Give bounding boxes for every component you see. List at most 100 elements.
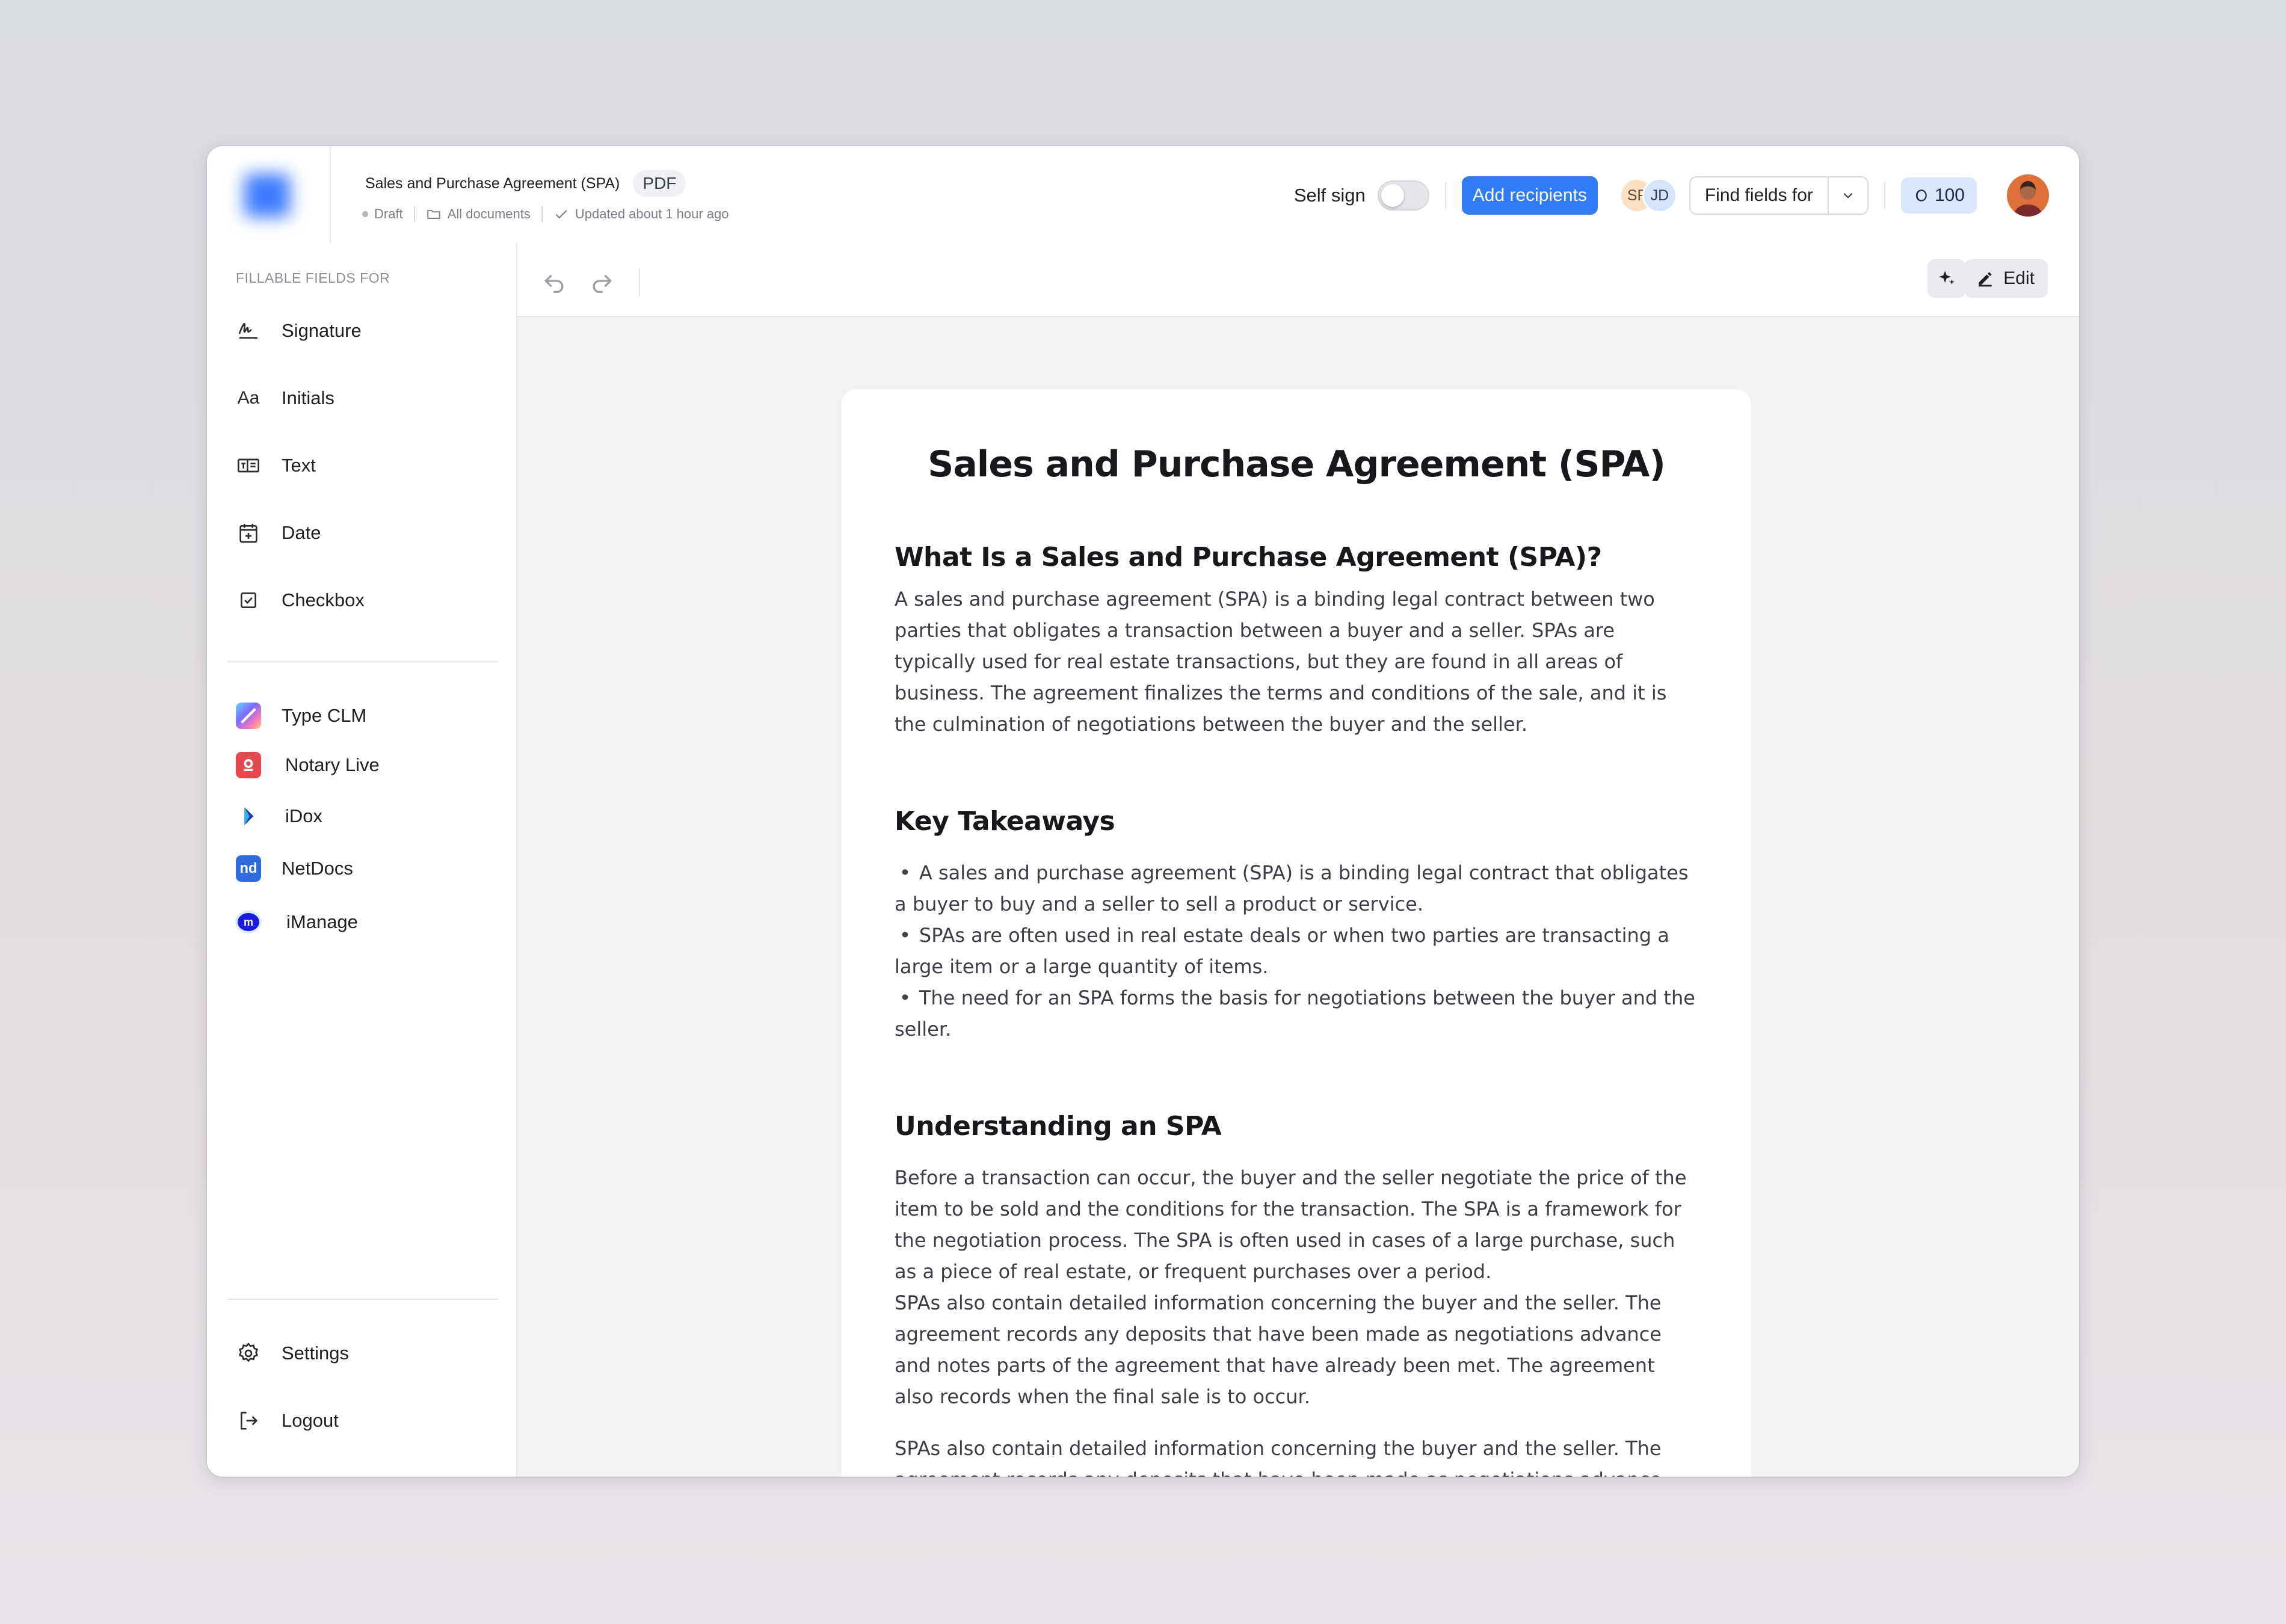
sidebar: FILLABLE FIELDS FOR Signature Aa Initial… xyxy=(207,244,517,1477)
imanage-icon: m xyxy=(238,913,259,931)
sidebar-item-label: Checkbox xyxy=(282,589,365,611)
sidebar-divider xyxy=(227,661,498,662)
find-fields-button[interactable]: Find fields for xyxy=(1690,177,1828,214)
user-avatar[interactable] xyxy=(2007,174,2049,217)
header-actions: Self sign Add recipients SF JD Find fiel… xyxy=(1293,174,2049,217)
sidebar-item-notary-live[interactable]: Notary Live xyxy=(236,752,380,778)
credits-badge[interactable]: 100 xyxy=(1900,177,1977,214)
document-page: Sales and Purchase Agreement (SPA) What … xyxy=(842,389,1751,1477)
gear-icon xyxy=(238,1343,259,1362)
text-field-icon xyxy=(238,458,259,473)
section-heading: What Is a Sales and Purchase Agreement (… xyxy=(895,542,1602,573)
sidebar-item-signature[interactable]: Signature xyxy=(236,318,362,343)
section-key-takeaways: Key Takeaways A sales and purchase agree… xyxy=(895,806,1698,1045)
sidebar-item-imanage[interactable]: m iManage xyxy=(236,909,358,935)
section-what-is-spa: What Is a Sales and Purchase Agreement (… xyxy=(895,542,1698,740)
ai-assist-button[interactable] xyxy=(1927,259,1966,298)
signature-icon xyxy=(238,322,257,339)
recipient-avatars[interactable]: SF JD xyxy=(1619,178,1677,213)
recipient-avatar[interactable]: JD xyxy=(1642,178,1677,213)
toolbar-divider xyxy=(639,269,640,297)
find-fields-split-button: Find fields for xyxy=(1689,176,1869,215)
meta-divider xyxy=(413,206,415,222)
list-item: SPAs are often used in real estate deals… xyxy=(895,920,1698,982)
pencil-icon xyxy=(1979,272,1992,287)
format-badge: PDF xyxy=(633,170,686,197)
takeaways-list: A sales and purchase agreement (SPA) is … xyxy=(895,857,1698,1045)
section-paragraph: Before a transaction can occur, the buye… xyxy=(895,1166,1687,1283)
sidebar-item-label: Text xyxy=(282,455,316,476)
settings-button[interactable]: Settings xyxy=(236,1341,349,1366)
sidebar-item-netdocs[interactable]: nd NetDocs xyxy=(236,855,353,882)
checkbox-icon xyxy=(241,592,256,608)
settings-label: Settings xyxy=(282,1343,350,1364)
header-divider xyxy=(1884,182,1885,209)
section-understanding-spa: Understanding an SPA Before a transactio… xyxy=(895,1111,1698,1477)
edit-label: Edit xyxy=(2003,268,2035,288)
sidebar-item-label: iDox xyxy=(285,805,323,826)
editor-toolbar: Edit xyxy=(517,244,2079,317)
notary-live-icon xyxy=(236,752,261,778)
chevron-down-icon xyxy=(1843,192,1853,198)
sidebar-item-idox[interactable]: iDox xyxy=(236,804,322,829)
sidebar-item-label: iManage xyxy=(286,911,358,932)
sidebar-item-label: Notary Live xyxy=(285,754,380,775)
self-sign-label: Self sign xyxy=(1293,185,1366,206)
self-sign-toggle[interactable] xyxy=(1377,180,1429,211)
location-link[interactable]: All documents xyxy=(448,206,531,222)
section-heading: Key Takeaways xyxy=(895,806,1115,837)
sidebar-divider xyxy=(227,1299,498,1300)
status-dot-icon xyxy=(362,211,368,217)
logout-icon xyxy=(241,1412,258,1430)
sidebar-item-date[interactable]: Date xyxy=(236,520,321,546)
type-clm-icon xyxy=(236,703,261,729)
calendar-icon xyxy=(239,524,257,543)
document-heading: Sales and Purchase Agreement (SPA) xyxy=(928,443,1666,485)
section-paragraph: SPAs also contain detailed information c… xyxy=(895,1291,1662,1408)
sidebar-item-label: NetDocs xyxy=(282,858,353,879)
find-fields-dropdown[interactable] xyxy=(1827,177,1867,214)
netdocs-icon: nd xyxy=(236,855,261,882)
logout-label: Logout xyxy=(282,1410,339,1431)
header-divider xyxy=(1444,182,1446,209)
section-heading: Understanding an SPA xyxy=(895,1111,1222,1142)
sidebar-item-initials[interactable]: Aa Initials xyxy=(236,386,334,411)
coin-icon xyxy=(1915,189,1927,201)
logo-mark xyxy=(244,174,290,217)
document-title-row: Sales and Purchase Agreement (SPA) PDF xyxy=(365,170,686,197)
sidebar-item-label: Type CLM xyxy=(282,705,367,726)
initials-icon: Aa xyxy=(237,388,260,408)
sidebar-item-checkbox[interactable]: Checkbox xyxy=(236,588,365,613)
sidebar-item-label: Signature xyxy=(282,320,362,341)
user-portrait-icon xyxy=(2007,174,2049,217)
document-title[interactable]: Sales and Purchase Agreement (SPA) xyxy=(365,175,620,192)
sidebar-item-type-clm[interactable]: Type CLM xyxy=(236,703,367,729)
meta-divider xyxy=(541,206,543,222)
document-canvas[interactable]: Sales and Purchase Agreement (SPA) What … xyxy=(517,317,2079,1477)
section-paragraph: SPAs also contain detailed information c… xyxy=(895,1437,1662,1477)
undo-icon[interactable] xyxy=(541,268,568,294)
updated-label: Updated about 1 hour ago xyxy=(575,206,729,221)
sidebar-item-label: Initials xyxy=(282,387,334,408)
sidebar-item-text[interactable]: Text xyxy=(236,453,316,478)
top-header: Sales and Purchase Agreement (SPA) PDF D… xyxy=(207,146,2079,245)
check-icon xyxy=(555,210,567,219)
add-recipients-button[interactable]: Add recipients xyxy=(1461,176,1598,215)
sidebar-heading: FILLABLE FIELDS FOR xyxy=(236,270,390,286)
edit-button[interactable]: Edit xyxy=(1965,259,2048,298)
app-logo[interactable] xyxy=(207,146,331,244)
list-item: A sales and purchase agreement (SPA) is … xyxy=(895,857,1698,920)
folder-icon xyxy=(427,210,440,220)
section-paragraph: A sales and purchase agreement (SPA) is … xyxy=(895,588,1667,736)
list-item: The need for an SPA forms the basis for … xyxy=(895,982,1698,1045)
app-window: Sales and Purchase Agreement (SPA) PDF D… xyxy=(207,146,2079,1477)
logout-button[interactable]: Logout xyxy=(236,1408,339,1433)
redo-icon[interactable] xyxy=(588,268,615,294)
sparkle-icon xyxy=(1939,271,1955,285)
status-label: Draft xyxy=(374,206,403,221)
toggle-knob xyxy=(1381,184,1404,207)
sidebar-item-label: Date xyxy=(282,522,321,543)
credits-count: 100 xyxy=(1934,185,1965,205)
document-meta: Draft All documents Updated about 1 hour… xyxy=(362,206,729,222)
idox-icon xyxy=(244,807,254,825)
